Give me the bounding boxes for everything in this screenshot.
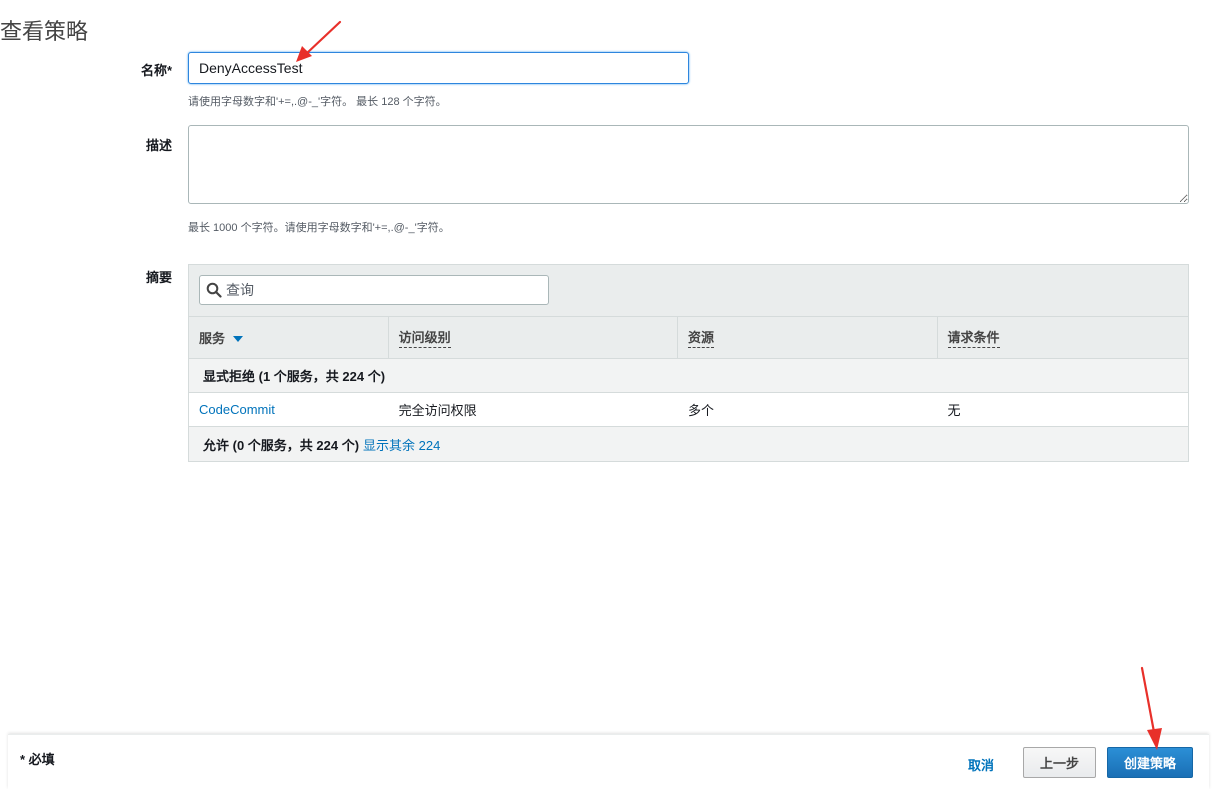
search-icon: [206, 282, 222, 298]
footer-bar: * 必填 取消 上一步 创建策略: [8, 734, 1209, 789]
name-label: 名称*: [140, 63, 172, 78]
create-policy-button[interactable]: 创建策略: [1107, 747, 1193, 778]
access-level-cell: 完全访问权限: [398, 403, 477, 418]
description-label: 描述: [145, 138, 172, 153]
page-title: 查看策略: [0, 19, 89, 44]
search-box[interactable]: [199, 275, 549, 305]
summary-toolbar: [189, 265, 1188, 317]
column-header-label: 请求条件: [947, 327, 1000, 348]
allow-group-label: 允许 (0 个服务，共 224 个): [203, 437, 360, 453]
table-row: CodeCommit 完全访问权限 多个 无: [189, 393, 1188, 427]
search-input[interactable]: [226, 282, 526, 298]
name-hint: 请使用字母数字和'+=,.@-_'字符。 最长 128 个字符。: [188, 96, 447, 108]
column-header-condition[interactable]: 请求条件: [938, 317, 1189, 358]
show-remaining-link[interactable]: 显示其余 224: [363, 435, 440, 454]
table-header: 服务 访问级别 资源 请求条件: [189, 317, 1188, 359]
resource-cell: 多个: [688, 403, 715, 418]
allow-group-row: 允许 (0 个服务，共 224 个) 显示其余 224: [189, 427, 1188, 461]
column-header-access-level[interactable]: 访问级别: [389, 317, 679, 358]
summary-label: 摘要: [145, 270, 172, 285]
previous-button[interactable]: 上一步: [1023, 747, 1096, 778]
condition-cell: 无: [947, 403, 961, 418]
column-header-label: 服务: [199, 331, 226, 346]
required-note: * 必填: [20, 752, 55, 767]
description-hint: 最长 1000 个字符。请使用字母数字和'+=,.@-_'字符。: [188, 222, 450, 234]
deny-group-row: 显式拒绝 (1 个服务，共 224 个): [189, 359, 1188, 393]
service-link[interactable]: CodeCommit: [189, 402, 389, 417]
column-header-label: 资源: [688, 327, 715, 348]
description-input[interactable]: [188, 125, 1189, 204]
name-input[interactable]: [188, 52, 689, 84]
deny-group-label: 显式拒绝 (1 个服务，共 224 个): [203, 369, 386, 384]
column-header-label: 访问级别: [398, 327, 451, 348]
cancel-button[interactable]: 取消: [968, 755, 994, 774]
summary-table: 服务 访问级别 资源 请求条件 显式拒绝 (1 个服务，共 224 个) Cod…: [188, 264, 1189, 462]
column-header-resource[interactable]: 资源: [678, 317, 938, 358]
column-header-service[interactable]: 服务: [189, 317, 389, 358]
caret-down-icon: [233, 335, 244, 342]
